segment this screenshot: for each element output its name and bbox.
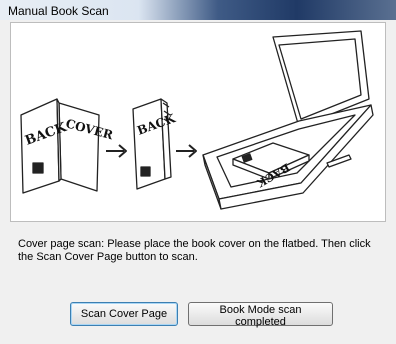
manual-book-scan-window: Manual Book Scan BACK COVER BACK BACK Co… bbox=[0, 0, 396, 344]
book-scan-illustration: BACK COVER BACK BACK bbox=[10, 22, 386, 222]
arrow-right-icon bbox=[176, 144, 197, 158]
window-title: Manual Book Scan bbox=[8, 4, 109, 18]
flipped-book-icon bbox=[132, 98, 172, 190]
instructions-text: Cover page scan: Please place the book c… bbox=[18, 238, 371, 263]
book-mode-scan-completed-button[interactable]: Book Mode scan completed bbox=[188, 302, 333, 328]
title-bar: Manual Book Scan bbox=[0, 0, 396, 20]
illustration-svg: BACK COVER BACK BACK bbox=[20, 30, 374, 210]
scan-cover-page-button[interactable]: Scan Cover Page bbox=[70, 302, 178, 326]
arrow-right-icon bbox=[106, 144, 127, 158]
flatbed-scanner-icon bbox=[202, 30, 374, 210]
